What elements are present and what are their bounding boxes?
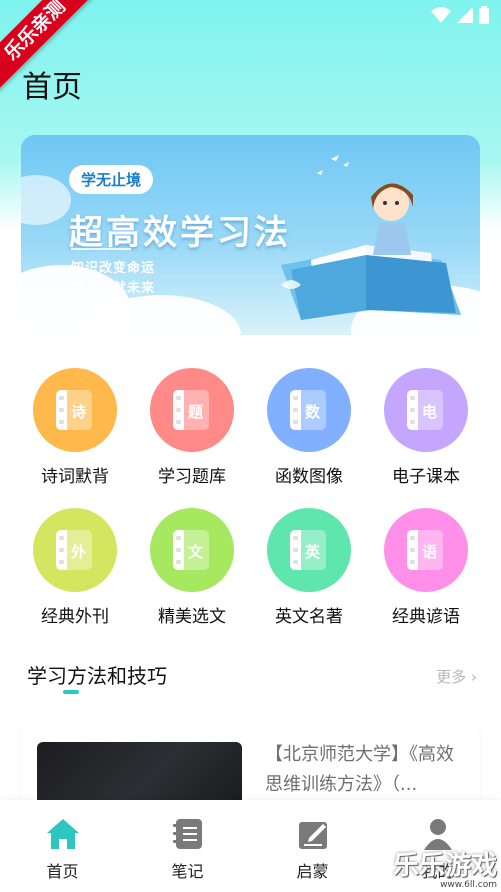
banner-subtitle-2: 学习成就未来 xyxy=(71,281,156,296)
category-icon-circle: 英 xyxy=(267,508,351,592)
category-label: 经典外刊 xyxy=(41,607,109,627)
category-foreign-journals[interactable]: 外 经典外刊 xyxy=(20,508,130,627)
cloud-shape xyxy=(21,175,71,225)
tab-notes[interactable]: 笔记 xyxy=(125,800,250,892)
category-icon-circle: 数 xyxy=(267,368,351,452)
book-icon: 文 xyxy=(173,530,209,570)
banner-tag: 学无止境 xyxy=(69,165,154,194)
banner-divider xyxy=(71,248,131,250)
tab-label: 笔记 xyxy=(171,862,204,881)
book-icon: 题 xyxy=(173,390,209,430)
category-poetry[interactable]: 诗 诗词默背 xyxy=(20,368,130,487)
battery-icon xyxy=(479,6,489,24)
category-label: 电子课本 xyxy=(392,467,460,487)
wifi-icon xyxy=(431,7,451,23)
category-selected-essays[interactable]: 文 精美选文 xyxy=(137,508,247,627)
section-title: 学习方法和技巧 xyxy=(27,664,167,688)
notebook-icon xyxy=(172,819,202,849)
category-icon-circle: 文 xyxy=(150,508,234,592)
tab-home[interactable]: 首页 xyxy=(0,800,125,892)
promo-banner[interactable]: 学无止境 超高效学习法 知识改变命运 学习成就未来 xyxy=(21,135,480,335)
bottom-tab-bar: 首页 笔记 启蒙 我的 乐乐游戏 www.6ll.com xyxy=(0,800,501,892)
category-icon-circle: 外 xyxy=(33,508,117,592)
category-label: 函数图像 xyxy=(275,467,343,487)
category-function-graph[interactable]: 数 函数图像 xyxy=(254,368,364,487)
more-link[interactable]: 更多 › xyxy=(436,666,477,687)
category-icon-circle: 题 xyxy=(150,368,234,452)
book-icon: 诗 xyxy=(56,390,92,430)
book-icon: 数 xyxy=(290,390,326,430)
category-english-classics[interactable]: 英 英文名著 xyxy=(254,508,364,627)
watermark-text: 乐乐游戏 xyxy=(392,851,497,881)
signal-icon xyxy=(457,7,473,23)
tab-enlighten[interactable]: 启蒙 xyxy=(250,800,375,892)
tab-label: 启蒙 xyxy=(296,862,329,881)
page-title: 首页 xyxy=(22,70,82,105)
category-e-textbook[interactable]: 电 电子课本 xyxy=(371,368,481,487)
category-label: 诗词默背 xyxy=(41,467,109,487)
banner-subtitle-1: 知识改变命运 xyxy=(71,261,156,276)
category-label: 英文名著 xyxy=(275,607,343,627)
home-icon xyxy=(46,819,79,849)
edit-icon xyxy=(298,822,327,849)
category-icon-circle: 诗 xyxy=(33,368,117,452)
section-underline xyxy=(63,690,79,694)
book-icon: 电 xyxy=(407,390,443,430)
banner-title: 超高效学习法 xyxy=(69,213,291,253)
category-icon-circle: 电 xyxy=(384,368,468,452)
book-icon: 英 xyxy=(290,530,326,570)
category-label: 学习题库 xyxy=(158,467,226,487)
category-label: 精美选文 xyxy=(158,607,226,627)
site-watermark: 乐乐游戏 www.6ll.com xyxy=(393,845,497,890)
tab-label: 首页 xyxy=(46,862,79,881)
category-icon-circle: 语 xyxy=(384,508,468,592)
book-icon: 外 xyxy=(56,530,92,570)
article-title: 【北京师范大学】《高效思维训练方法》（... xyxy=(265,744,454,795)
category-question-bank[interactable]: 题 学习题库 xyxy=(137,368,247,487)
reading-girl-illustration xyxy=(281,155,461,320)
category-label: 经典谚语 xyxy=(392,607,460,627)
book-icon: 语 xyxy=(407,530,443,570)
category-proverbs[interactable]: 语 经典谚语 xyxy=(371,508,481,627)
